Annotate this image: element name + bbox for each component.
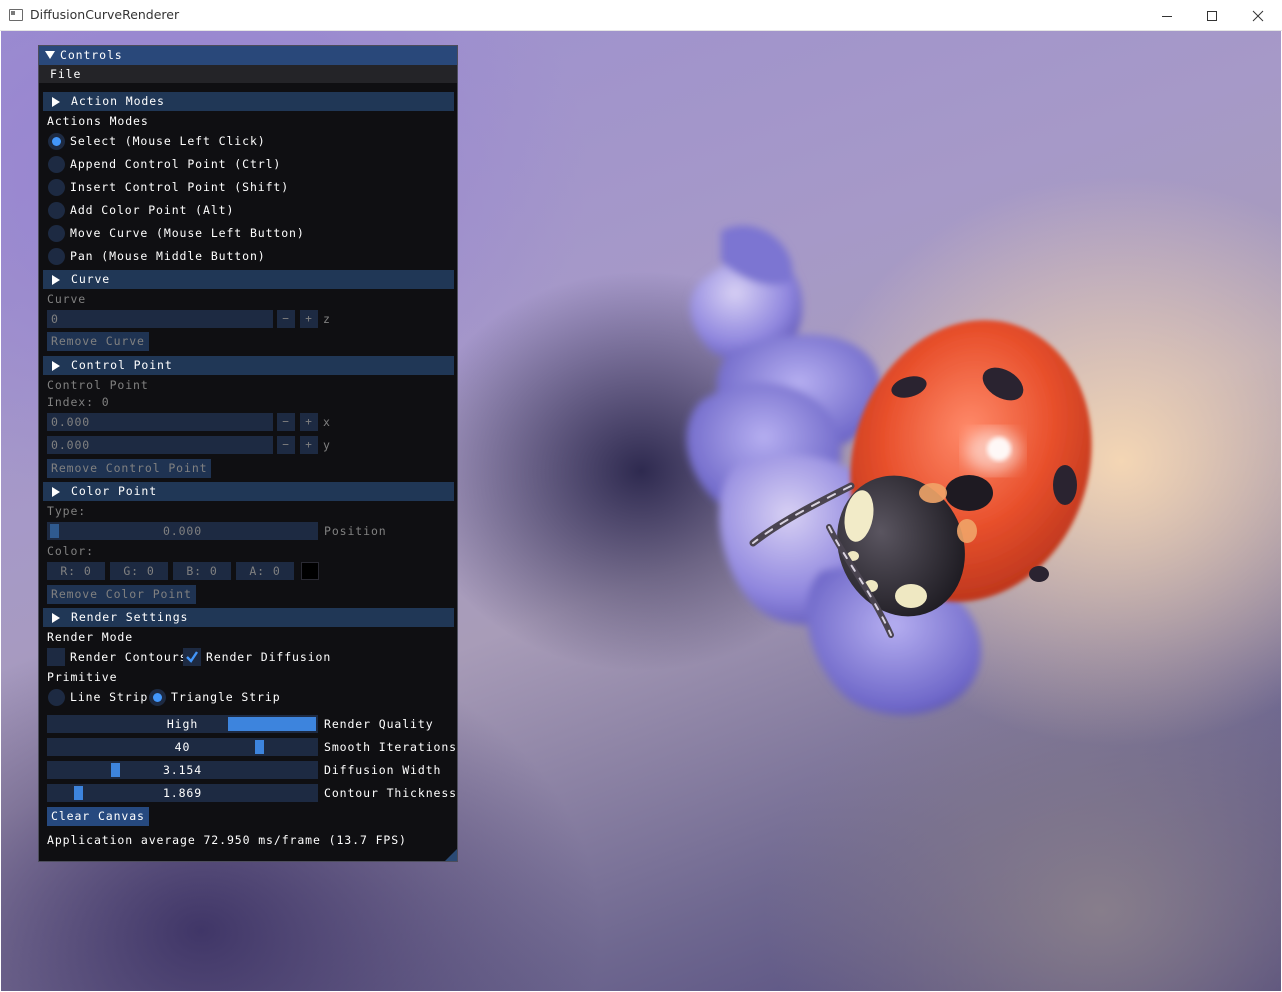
curve-z-input[interactable]: 0 [47, 310, 273, 328]
control-point-y-value: 0.000 [51, 438, 91, 452]
render-mode-label: Render Mode [47, 630, 134, 644]
fps-status: Application average 72.950 ms/frame (13.… [47, 833, 407, 847]
expand-arrow-icon [52, 361, 60, 371]
radio-select-label[interactable]: Select (Mouse Left Click) [70, 134, 266, 148]
curve-z-label: z [323, 312, 331, 326]
line-strip-label[interactable]: Line Strip [70, 690, 148, 704]
header-render-settings[interactable]: Render Settings [43, 608, 454, 627]
maximize-icon[interactable] [1189, 0, 1235, 31]
slider-value: 40 [174, 740, 191, 754]
color-point-position-label: Position [324, 524, 387, 538]
color-label: Color: [47, 544, 94, 558]
resize-grip-icon[interactable] [445, 849, 457, 861]
control-point-index: Index: 0 [47, 395, 110, 409]
clear-canvas-button[interactable]: Clear Canvas [47, 807, 149, 826]
app-icon [9, 9, 23, 21]
curve-z-decrement-button[interactable]: − [277, 310, 295, 328]
header-label: Color Point [71, 484, 158, 498]
smooth-iterations-label: Smooth Iterations [324, 740, 458, 754]
radio-insert-control-point[interactable] [48, 179, 65, 196]
control-point-x-input[interactable]: 0.000 [47, 413, 273, 431]
header-color-point[interactable]: Color Point [43, 482, 454, 501]
radio-pan[interactable] [48, 248, 65, 265]
radio-triangle-strip[interactable] [149, 689, 166, 706]
curve-z-value: 0 [51, 312, 59, 326]
header-curve[interactable]: Curve [43, 270, 454, 289]
radio-move-curve[interactable] [48, 225, 65, 242]
control-point-y-increment-button[interactable]: + [300, 436, 318, 454]
render-contours-checkbox[interactable] [47, 648, 65, 666]
render-diffusion-checkbox[interactable] [183, 648, 201, 666]
radio-add-color-label[interactable]: Add Color Point (Alt) [70, 203, 234, 217]
control-point-x-label: x [323, 415, 331, 429]
color-point-position-slider[interactable]: 0.000 [47, 522, 318, 540]
panel-title: Controls [60, 48, 123, 62]
control-point-y-input[interactable]: 0.000 [47, 436, 273, 454]
control-point-x-increment-button[interactable]: + [300, 413, 318, 431]
color-r-input[interactable]: R: 0 [47, 562, 105, 580]
header-control-point[interactable]: Control Point [43, 356, 454, 375]
diffusion-width-label: Diffusion Width [324, 763, 442, 777]
menu-bar: File [39, 65, 457, 83]
radio-move-curve-label[interactable]: Move Curve (Mouse Left Button) [70, 226, 305, 240]
panel-titlebar[interactable]: Controls [39, 46, 457, 65]
radio-pan-label[interactable]: Pan (Mouse Middle Button) [70, 249, 266, 263]
contour-thickness-label: Contour Thickness [324, 786, 458, 800]
color-swatch[interactable] [301, 562, 319, 580]
header-label: Action Modes [71, 94, 165, 108]
expand-arrow-icon [52, 487, 60, 497]
radio-select[interactable] [48, 133, 65, 150]
color-g-input[interactable]: G: 0 [110, 562, 168, 580]
render-quality-label: Render Quality [324, 717, 434, 731]
header-label: Curve [71, 272, 111, 286]
curve-z-increment-button[interactable]: + [300, 310, 318, 328]
triangle-strip-label[interactable]: Triangle Strip [171, 690, 281, 704]
controls-panel: Controls File Action Modes Actions Modes… [38, 45, 458, 862]
remove-curve-button[interactable]: Remove Curve [47, 332, 149, 351]
expand-arrow-icon [52, 613, 60, 623]
render-diffusion-label[interactable]: Render Diffusion [206, 650, 331, 664]
remove-color-point-button[interactable]: Remove Color Point [47, 585, 196, 604]
slider-value: 3.154 [162, 763, 203, 777]
expand-arrow-icon [52, 97, 60, 107]
slider-value: 1.869 [162, 786, 203, 800]
diffusion-width-slider[interactable]: 3.154 [47, 761, 318, 779]
radio-insert-label[interactable]: Insert Control Point (Shift) [70, 180, 289, 194]
control-point-y-decrement-button[interactable]: − [277, 436, 295, 454]
collapse-arrow-icon[interactable] [45, 51, 55, 59]
color-b-input[interactable]: B: 0 [173, 562, 231, 580]
contour-thickness-slider[interactable]: 1.869 [47, 784, 318, 802]
smooth-iterations-slider[interactable]: 40 [47, 738, 318, 756]
render-contours-label[interactable]: Render Contours [70, 650, 187, 664]
header-action-modes[interactable]: Action Modes [43, 92, 454, 111]
expand-arrow-icon [52, 275, 60, 285]
render-quality-slider[interactable]: High [47, 715, 318, 733]
control-point-x-decrement-button[interactable]: − [277, 413, 295, 431]
slider-value: High [166, 717, 199, 731]
radio-line-strip[interactable] [48, 689, 65, 706]
checkmark-icon [186, 651, 198, 663]
remove-control-point-button[interactable]: Remove Control Point [47, 459, 212, 478]
menu-file[interactable]: File [50, 67, 81, 81]
radio-append-control-point[interactable] [48, 156, 65, 173]
window-title: DiffusionCurveRenderer [30, 7, 180, 22]
curve-label: Curve [47, 292, 87, 306]
radio-add-color-point[interactable] [48, 202, 65, 219]
control-point-y-label: y [323, 438, 331, 452]
slider-value: 0.000 [162, 524, 203, 538]
close-icon[interactable] [1235, 0, 1281, 31]
minimize-icon[interactable] [1144, 0, 1190, 31]
radio-append-label[interactable]: Append Control Point (Ctrl) [70, 157, 281, 171]
color-a-input[interactable]: A: 0 [236, 562, 294, 580]
control-point-label: Control Point [47, 378, 149, 392]
window-titlebar: DiffusionCurveRenderer [0, 0, 1282, 31]
header-label: Render Settings [71, 610, 189, 624]
actions-modes-label: Actions Modes [47, 114, 149, 128]
header-label: Control Point [71, 358, 173, 372]
control-point-x-value: 0.000 [51, 415, 91, 429]
color-point-type-label: Type: [47, 504, 87, 518]
primitive-label: Primitive [47, 670, 118, 684]
